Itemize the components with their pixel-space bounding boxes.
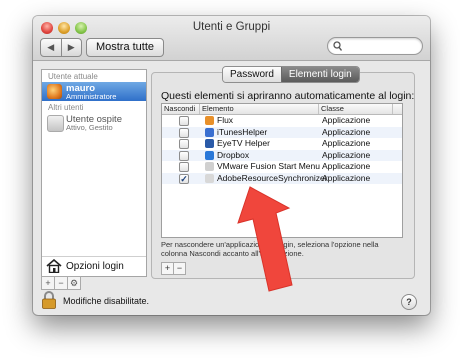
column-hide[interactable]: Nascondi [162,104,200,114]
item-kind: Applicazione [322,172,371,183]
sidebar-item-guest-user[interactable]: Utente ospite Attivo, Gestito [42,113,146,132]
chevron-left-icon[interactable]: ◀ [41,39,61,56]
other-users-header: Altri utenti [48,103,84,112]
hide-hint-text: Per nascondere un'applicazione al login,… [161,240,379,258]
app-icon [205,173,214,183]
lock-status-label: Modifiche disabilitate. [63,296,150,306]
search-input[interactable] [327,37,423,55]
item-name: EyeTV Helper [217,138,270,148]
tab-bar: Password Elementi login [222,66,360,83]
current-user-header: Utente attuale [48,72,98,81]
table-header: Nascondi Elemento Classe [162,104,402,115]
window-footer: Modifiche disabilitate. ? [33,286,430,315]
guest-avatar [47,115,64,132]
hide-checkbox[interactable]: ✓ [179,173,189,184]
item-kind: Applicazione [322,115,371,125]
column-item[interactable]: Elemento [200,104,319,114]
user-role: Amministratore [66,92,117,101]
app-icon [205,127,214,137]
login-items-heading: Questi elementi si apriranno automaticam… [161,90,415,102]
login-items-toolbar: + − [161,262,186,275]
sidebar-item-current-user[interactable]: mauro Amministratore [42,82,146,101]
item-kind: Applicazione [322,126,371,137]
item-kind: Applicazione [322,138,371,148]
back-forward-control: ◀ ▶ [40,38,82,57]
user-avatar [47,84,62,99]
item-name: iTunesHelper [217,126,268,137]
column-kind[interactable]: Classe [319,104,393,114]
show-all-button[interactable]: Mostra tutte [86,38,164,57]
app-icon [205,116,214,125]
app-icon [205,150,214,160]
users-sidebar: Utente attuale mauro Amministratore Altr… [41,69,147,277]
item-kind: Applicazione [322,149,371,160]
table-row[interactable]: EyeTV Helper Applicazione [162,138,402,150]
hide-checkbox[interactable] [179,127,189,138]
app-icon [205,162,214,171]
help-button[interactable]: ? [401,294,417,310]
title-bar: Utenti e Gruppi ◀ ▶ Mostra tutte [33,16,430,61]
tab-password[interactable]: Password [223,67,281,82]
house-icon [46,259,62,273]
app-icon [205,139,214,148]
hide-checkbox[interactable] [179,162,189,172]
item-kind: Applicazione [322,161,371,171]
hide-checkbox[interactable] [179,139,189,149]
item-name: Flux [217,115,234,125]
login-options-item[interactable]: Opzioni login [42,256,146,276]
lock-icon[interactable] [41,291,57,309]
table-row[interactable]: ✓ AdobeResourceSynchronizer Applicazione [162,172,402,184]
table-row[interactable]: iTunesHelper Applicazione [162,126,402,138]
preferences-window: Utenti e Gruppi ◀ ▶ Mostra tutte Utente … [33,16,430,315]
window-title: Utenti e Gruppi [192,21,271,33]
login-items-table: Nascondi Elemento Classe Flux Applicazion… [161,103,403,238]
chevron-right-icon[interactable]: ▶ [60,39,82,56]
table-row[interactable]: VMware Fusion Start Menu Applicazione [162,161,402,173]
item-name: Dropbox [217,149,250,160]
hide-checkbox[interactable] [179,116,189,126]
remove-item-button[interactable]: − [173,262,186,275]
tab-login-items[interactable]: Elementi login [280,67,359,82]
login-options-label: Opzioni login [66,261,124,272]
table-row[interactable]: Flux Applicazione [162,115,402,127]
item-name: VMware Fusion Start Menu [217,161,320,171]
hide-checkbox[interactable] [179,150,189,161]
table-row[interactable]: Dropbox Applicazione [162,149,402,161]
search-icon [333,41,342,51]
guest-user-role: Attivo, Gestito [66,123,113,132]
item-name: AdobeResourceSynchronizer [217,172,328,183]
